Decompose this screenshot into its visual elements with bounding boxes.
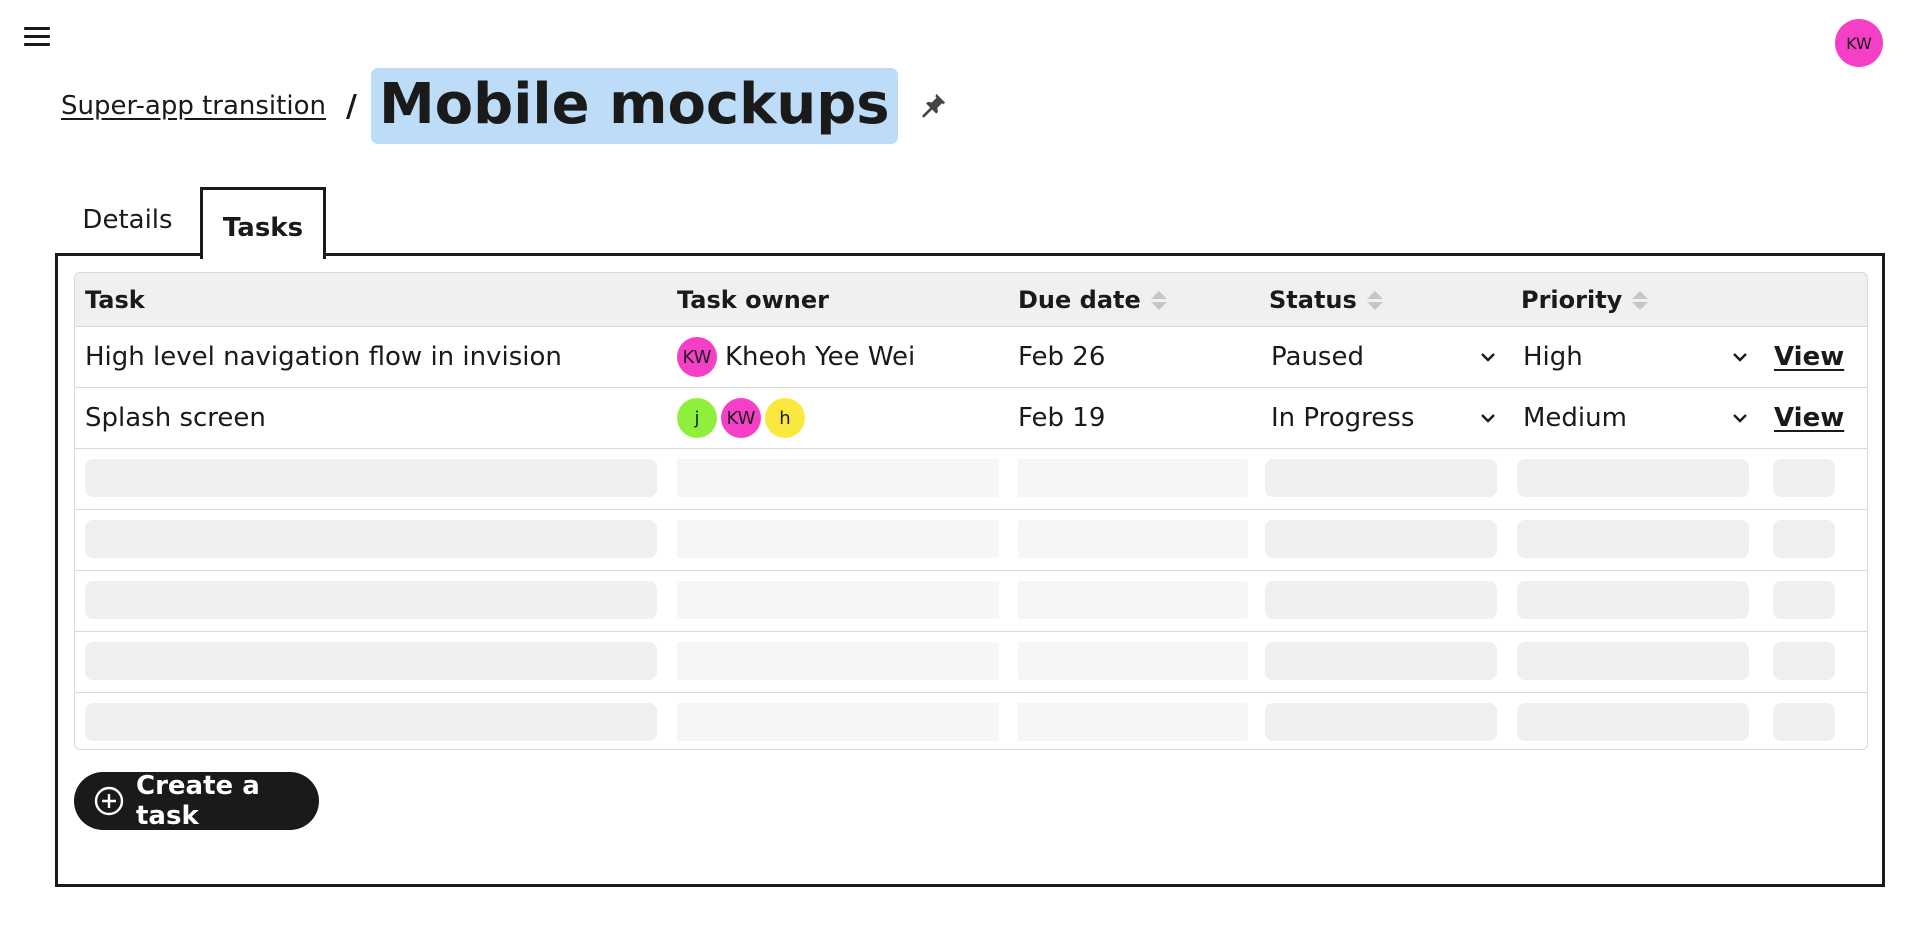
skeleton-placeholder (677, 581, 999, 619)
skeleton-placeholder (1018, 581, 1248, 619)
create-task-label: Create a task (136, 771, 260, 831)
page-title[interactable]: Mobile mockups (370, 68, 898, 144)
sort-icon[interactable] (1366, 290, 1383, 310)
owner-avatar: KW (721, 398, 761, 438)
chevron-down-icon (1477, 346, 1499, 368)
sort-icon[interactable] (1632, 290, 1649, 310)
priority-value: High (1523, 342, 1583, 372)
column-header-task-owner: Task owner (677, 286, 829, 314)
skeleton-placeholder (1265, 520, 1497, 558)
skeleton-placeholder (1517, 703, 1749, 741)
skeleton-placeholder (1018, 703, 1248, 741)
skeleton-placeholder (677, 520, 999, 558)
skeleton-placeholder (1517, 642, 1749, 680)
pin-icon[interactable] (916, 89, 950, 123)
view-link[interactable]: View (1774, 342, 1844, 372)
status-select[interactable]: Paused (1269, 327, 1499, 387)
chevron-down-icon (1477, 407, 1499, 429)
owner-avatar: j (677, 398, 717, 438)
skeleton-placeholder (1773, 520, 1835, 558)
skeleton-placeholder (1265, 642, 1497, 680)
priority-select[interactable]: Medium (1521, 388, 1751, 448)
column-header-due-date[interactable]: Due date (1018, 273, 1167, 327)
status-select[interactable]: In Progress (1269, 388, 1499, 448)
tasks-table: Task Task owner Due date Status Priority… (74, 272, 1868, 750)
skeleton-placeholder (1517, 581, 1749, 619)
user-avatar[interactable]: KW (1835, 19, 1883, 67)
column-header-status[interactable]: Status (1269, 273, 1383, 327)
table-header: Task Task owner Due date Status Priority (75, 273, 1867, 327)
table-row: High level navigation flow in invision K… (75, 327, 1867, 388)
owner-avatar: h (765, 398, 805, 438)
skeleton-placeholder (1773, 703, 1835, 741)
hamburger-menu-icon[interactable] (22, 24, 54, 50)
skeleton-placeholder (677, 703, 999, 741)
task-owner: KW Kheoh Yee Wei (677, 327, 915, 387)
priority-select[interactable]: High (1521, 327, 1751, 387)
skeleton-row (75, 693, 1867, 749)
breadcrumb: Super-app transition / Mobile mockups (61, 66, 950, 146)
tasks-panel: Task Task owner Due date Status Priority… (55, 253, 1885, 887)
tab-tasks[interactable]: Tasks (200, 187, 326, 259)
skeleton-placeholder (1773, 642, 1835, 680)
skeleton-placeholder (1265, 703, 1497, 741)
skeleton-placeholder (85, 642, 657, 680)
breadcrumb-parent-link[interactable]: Super-app transition (61, 91, 326, 121)
skeleton-row (75, 571, 1867, 632)
column-header-task: Task (85, 286, 145, 314)
chevron-down-icon (1729, 346, 1751, 368)
skeleton-placeholder (1773, 581, 1835, 619)
status-value: In Progress (1271, 403, 1415, 433)
skeleton-placeholder (1265, 459, 1497, 497)
skeleton-placeholder (1773, 459, 1835, 497)
skeleton-placeholder (85, 703, 657, 741)
create-task-button[interactable]: Create a task (74, 771, 319, 831)
owner-avatar: KW (677, 337, 717, 377)
plus-circle-icon (94, 786, 124, 816)
due-date: Feb 26 (1018, 342, 1106, 372)
tab-details[interactable]: Details (55, 186, 200, 256)
skeleton-row (75, 510, 1867, 571)
skeleton-placeholder (1265, 581, 1497, 619)
task-owner: j KW h (677, 388, 809, 448)
owner-name: Kheoh Yee Wei (725, 342, 916, 372)
priority-value: Medium (1523, 403, 1627, 433)
skeleton-placeholder (677, 642, 999, 680)
task-name: High level navigation flow in invision (85, 342, 562, 372)
due-date: Feb 19 (1018, 403, 1106, 433)
sort-icon[interactable] (1150, 290, 1167, 310)
table-row: Splash screen j KW h Feb 19 In Progress … (75, 388, 1867, 449)
task-name: Splash screen (85, 403, 266, 433)
breadcrumb-separator: / (345, 88, 357, 124)
skeleton-row (75, 632, 1867, 693)
column-header-priority[interactable]: Priority (1521, 273, 1649, 327)
skeleton-placeholder (1018, 642, 1248, 680)
skeleton-placeholder (1517, 520, 1749, 558)
skeleton-placeholder (1018, 459, 1248, 497)
skeleton-placeholder (1517, 459, 1749, 497)
skeleton-placeholder (85, 581, 657, 619)
skeleton-placeholder (677, 459, 999, 497)
chevron-down-icon (1729, 407, 1751, 429)
skeleton-placeholder (85, 459, 657, 497)
view-link[interactable]: View (1774, 403, 1844, 433)
skeleton-placeholder (85, 520, 657, 558)
tab-bar: Details Tasks (55, 186, 326, 259)
skeleton-placeholder (1018, 520, 1248, 558)
status-value: Paused (1271, 342, 1364, 372)
skeleton-row (75, 449, 1867, 510)
